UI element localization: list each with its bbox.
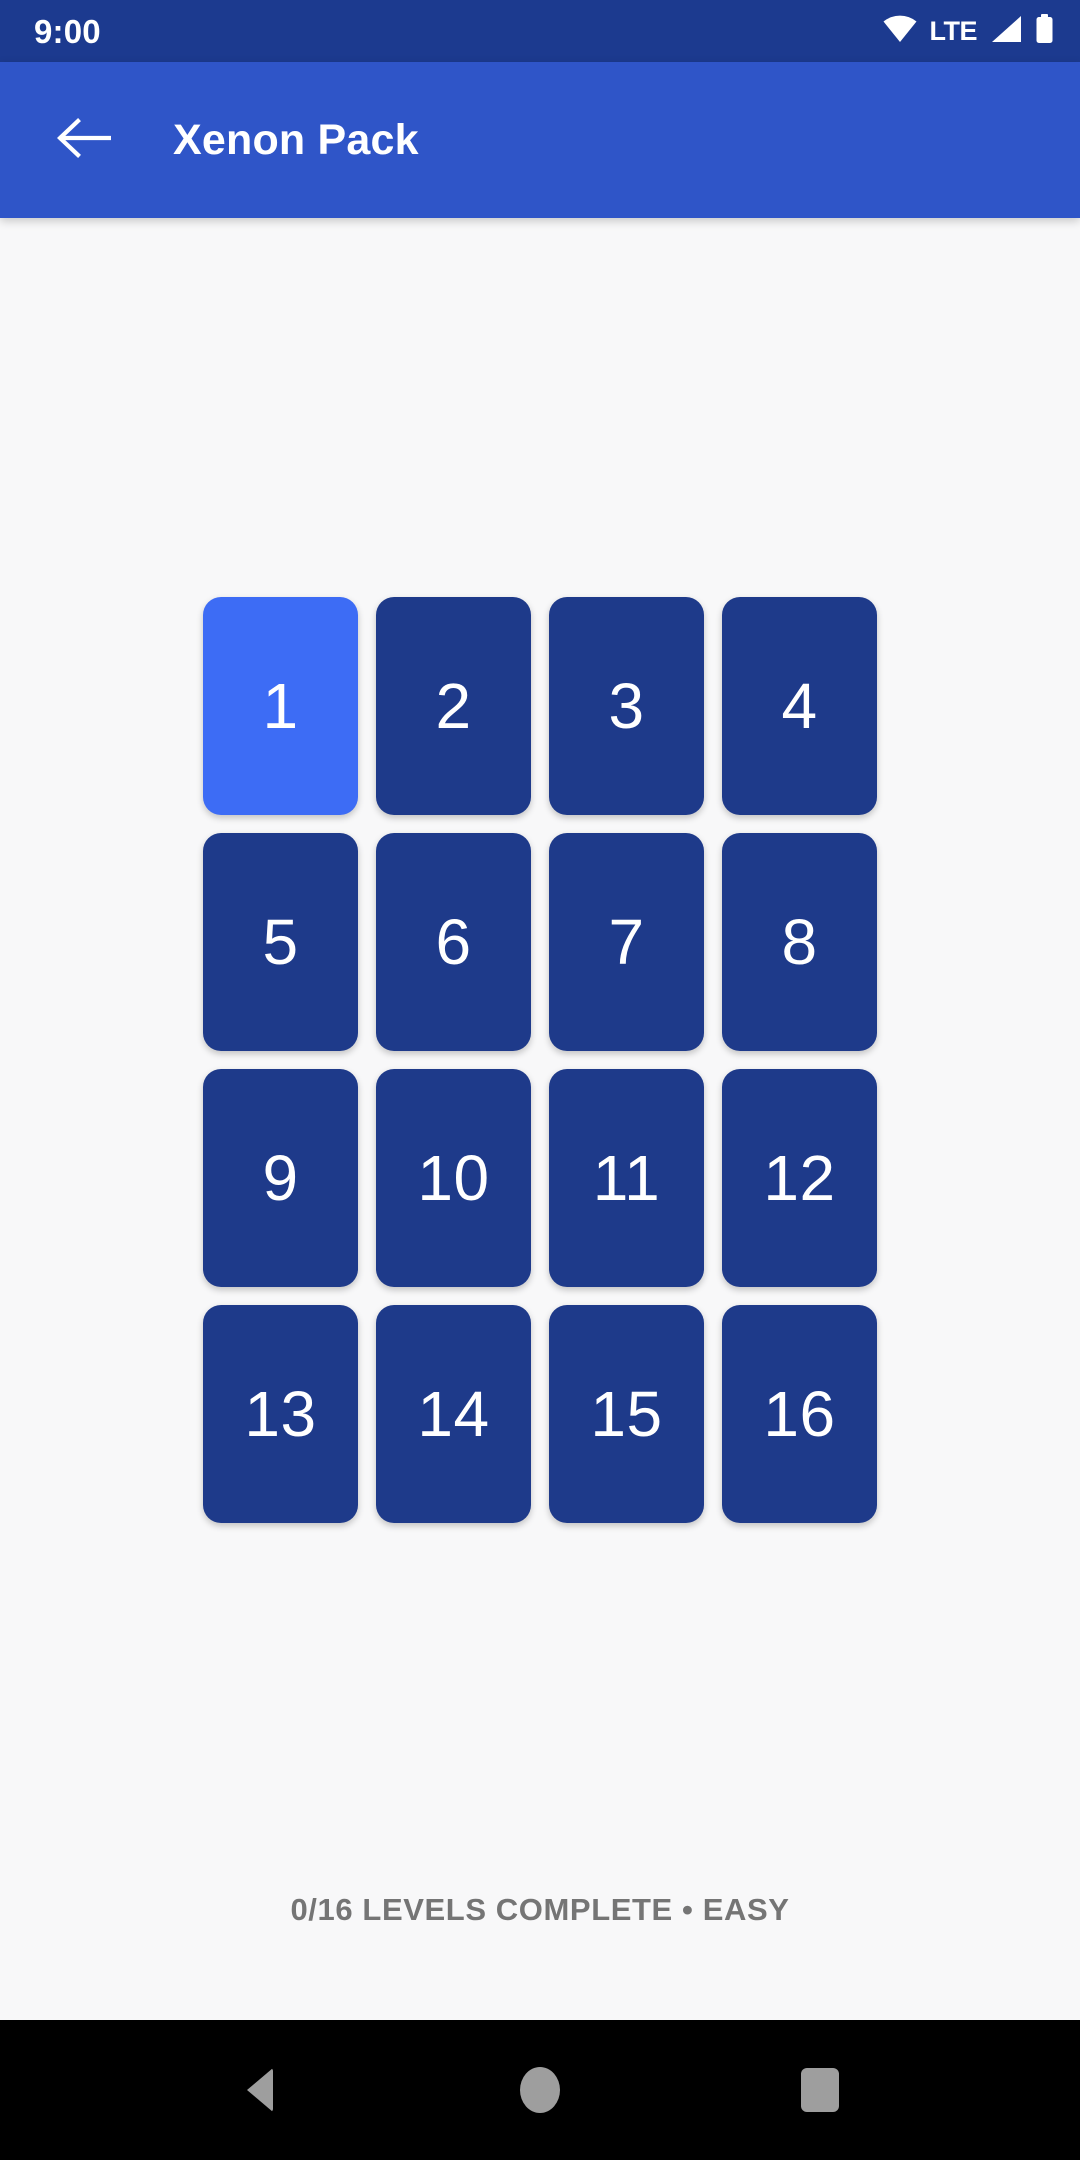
level-tile[interactable]: 16 [722, 1305, 877, 1523]
level-tile-label: 1 [262, 670, 299, 742]
level-tile[interactable]: 9 [203, 1069, 358, 1287]
triangle-back-icon [247, 2068, 273, 2112]
status-bar-icons: LTE [883, 13, 1055, 49]
lte-label: LTE [929, 15, 978, 46]
level-tile-label: 2 [435, 670, 472, 742]
level-tile[interactable]: 14 [376, 1305, 531, 1523]
level-tile[interactable]: 3 [549, 597, 704, 815]
level-tile-label: 7 [608, 906, 645, 978]
level-tile-label: 13 [244, 1378, 317, 1450]
wifi-icon [883, 15, 917, 47]
level-tile-label: 10 [417, 1142, 490, 1214]
level-tile[interactable]: 12 [722, 1069, 877, 1287]
level-grid: 1 2 3 4 5 6 7 8 9 10 11 12 13 14 15 16 [203, 597, 877, 1523]
level-tile-label: 14 [417, 1378, 490, 1450]
nav-recents-button[interactable] [760, 2030, 880, 2150]
level-tile-label: 11 [592, 1142, 661, 1214]
level-tile[interactable]: 11 [549, 1069, 704, 1287]
level-tile-label: 8 [781, 906, 818, 978]
level-tile[interactable]: 8 [722, 833, 877, 1051]
content-area: 1 2 3 4 5 6 7 8 9 10 11 12 13 14 15 16 0… [0, 218, 1080, 2020]
level-tile[interactable]: 2 [376, 597, 531, 815]
level-tile[interactable]: 13 [203, 1305, 358, 1523]
level-tile[interactable]: 10 [376, 1069, 531, 1287]
pack-progress-status: 0/16 LEVELS COMPLETE • EASY [290, 1892, 790, 1927]
status-bar-clock: 9:00 [34, 12, 101, 50]
battery-icon [1035, 13, 1054, 49]
circle-home-icon [520, 2067, 560, 2113]
level-tile-label: 4 [781, 670, 818, 742]
android-navigation-bar [0, 2020, 1080, 2160]
phone-screen: 9:00 LTE Xenon Pack 1 2 3 4 5 6 7 8 9 10… [0, 0, 1080, 2160]
level-tile-label: 16 [763, 1378, 836, 1450]
arrow-left-icon [56, 117, 112, 164]
level-tile-label: 3 [608, 670, 645, 742]
level-tile[interactable]: 5 [203, 833, 358, 1051]
cellular-signal-icon [990, 15, 1022, 48]
level-tile[interactable]: 7 [549, 833, 704, 1051]
back-button[interactable] [46, 102, 122, 178]
level-tile-label: 5 [262, 906, 299, 978]
nav-home-button[interactable] [480, 2030, 600, 2150]
level-tile[interactable]: 1 [203, 597, 358, 815]
nav-back-button[interactable] [200, 2030, 320, 2150]
square-recents-icon [801, 2068, 839, 2112]
page-title: Xenon Pack [173, 115, 419, 164]
level-tile-label: 15 [590, 1378, 663, 1450]
level-tile[interactable]: 4 [722, 597, 877, 815]
status-bar: 9:00 LTE [0, 0, 1080, 62]
app-bar: Xenon Pack [0, 62, 1080, 218]
level-tile-label: 12 [763, 1142, 836, 1214]
level-tile-label: 6 [435, 906, 472, 978]
level-tile[interactable]: 15 [549, 1305, 704, 1523]
level-tile[interactable]: 6 [376, 833, 531, 1051]
level-tile-label: 9 [262, 1142, 299, 1214]
